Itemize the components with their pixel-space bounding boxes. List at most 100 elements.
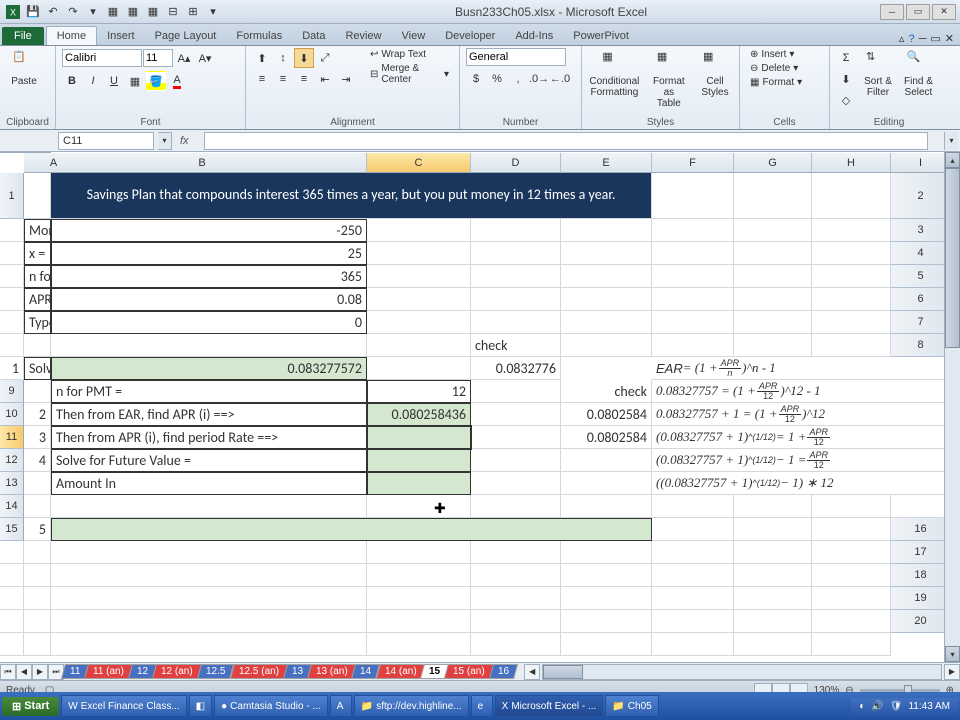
row-hdr-18[interactable]: 18 bbox=[891, 564, 951, 587]
cell-b3[interactable]: x = bbox=[24, 242, 51, 265]
cell-r18-6[interactable] bbox=[652, 587, 734, 610]
maximize-button[interactable]: ▭ bbox=[906, 4, 930, 20]
cell-r14-7[interactable] bbox=[812, 495, 891, 518]
undo-icon[interactable]: ↶ bbox=[44, 3, 62, 21]
row-hdr-11[interactable]: 11 bbox=[0, 426, 24, 449]
cell-r20-8[interactable] bbox=[812, 633, 891, 656]
comma-icon[interactable]: , bbox=[508, 69, 528, 89]
col-hdr-f[interactable]: F bbox=[652, 153, 734, 173]
cell-r16-4[interactable] bbox=[471, 541, 561, 564]
cell-r19-3[interactable] bbox=[367, 610, 471, 633]
cell-r7b-1[interactable] bbox=[652, 334, 734, 357]
cell-b4[interactable]: n for account is = bbox=[24, 265, 51, 288]
row-hdr-8[interactable]: 8 bbox=[891, 334, 951, 357]
format-table-button[interactable]: ▦Format as Table bbox=[645, 48, 693, 111]
cell-r5-10[interactable] bbox=[812, 288, 891, 311]
row-hdr-19[interactable]: 19 bbox=[891, 587, 951, 610]
vscroll-thumb[interactable] bbox=[945, 168, 960, 348]
cell-r4-9[interactable] bbox=[734, 265, 812, 288]
insert-cells-button[interactable]: ⊕ Insert ▾ bbox=[746, 48, 798, 61]
cell-d8[interactable] bbox=[367, 357, 471, 380]
delete-cells-button[interactable]: ⊖ Delete ▾ bbox=[746, 62, 802, 75]
name-box[interactable]: C11 bbox=[58, 132, 154, 150]
sheet-tab-14--an-[interactable]: 14 (an) bbox=[376, 664, 426, 679]
cell-c8[interactable]: 0.083277572 bbox=[51, 357, 367, 380]
cell-r16-8[interactable] bbox=[812, 541, 891, 564]
cell-r6-6[interactable] bbox=[471, 311, 561, 334]
cell-r4-8[interactable] bbox=[652, 265, 734, 288]
cell-r19-2[interactable] bbox=[51, 610, 367, 633]
cell-b5[interactable]: APR = i = bbox=[24, 288, 51, 311]
row-hdr-20[interactable]: 20 bbox=[891, 610, 951, 633]
tray-icon-1[interactable]: ◐ bbox=[859, 701, 865, 712]
title-cell[interactable]: Savings Plan that compounds interest 365… bbox=[51, 173, 652, 219]
cell-r20-2[interactable] bbox=[51, 633, 367, 656]
cell-a6[interactable] bbox=[0, 311, 24, 334]
cell-r3-10[interactable] bbox=[812, 242, 891, 265]
sheet-tab-13--an-[interactable]: 13 (an) bbox=[307, 664, 357, 679]
cell-b9[interactable]: n for PMT = bbox=[51, 380, 367, 403]
cell-r14-8[interactable] bbox=[891, 495, 951, 518]
row-hdr-6[interactable]: 6 bbox=[891, 288, 951, 311]
task-item-4[interactable]: A bbox=[330, 695, 352, 717]
cell-a15[interactable]: 5 bbox=[24, 518, 51, 541]
tab-formulas[interactable]: Formulas bbox=[226, 27, 292, 45]
scroll-down-button[interactable]: ▾ bbox=[945, 646, 960, 662]
cell-r19-7[interactable] bbox=[734, 610, 812, 633]
cell-a13[interactable] bbox=[24, 472, 51, 495]
cell-d9[interactable] bbox=[471, 380, 561, 403]
qat-btn5[interactable]: ⊞ bbox=[184, 3, 202, 21]
cell-r5-9[interactable] bbox=[734, 288, 812, 311]
tab-addins[interactable]: Add-Ins bbox=[505, 27, 563, 45]
task-item-ie[interactable]: e bbox=[471, 695, 493, 717]
col-hdr-h[interactable]: H bbox=[812, 153, 891, 173]
cell-r6-9[interactable] bbox=[734, 311, 812, 334]
row-hdr-7[interactable]: 7 bbox=[891, 311, 951, 334]
align-top-icon[interactable]: ⬆ bbox=[252, 48, 272, 68]
align-left-icon[interactable]: ≡ bbox=[252, 69, 272, 89]
cell-r20-6[interactable] bbox=[652, 633, 734, 656]
task-item-sftp[interactable]: 📁sftp://dev.highline... bbox=[354, 695, 469, 717]
cell-r19-8[interactable] bbox=[812, 610, 891, 633]
sheet-tab-15--an-[interactable]: 15 (an) bbox=[444, 664, 494, 679]
cell-r17-0[interactable] bbox=[0, 564, 24, 587]
cell-e9[interactable]: check bbox=[561, 380, 652, 403]
qat-btn3[interactable]: ▦ bbox=[144, 3, 162, 21]
cell-r3-6[interactable] bbox=[471, 242, 561, 265]
row-hdr-10[interactable]: 10 bbox=[0, 403, 24, 426]
qat-more-icon[interactable]: ▾ bbox=[84, 3, 102, 21]
cell-r7b-3[interactable] bbox=[812, 334, 891, 357]
tab-data[interactable]: Data bbox=[292, 27, 335, 45]
cell-e13[interactable] bbox=[561, 472, 652, 495]
cell-r7-0[interactable] bbox=[0, 334, 24, 357]
cell-b15-merged[interactable] bbox=[51, 518, 652, 541]
col-hdr-i[interactable]: I bbox=[891, 153, 951, 173]
font-size-select[interactable] bbox=[143, 49, 173, 67]
cell-r19-4[interactable] bbox=[471, 610, 561, 633]
cell-r17-6[interactable] bbox=[652, 564, 734, 587]
task-item-excel[interactable]: XMicrosoft Excel - ... bbox=[495, 695, 604, 717]
cell-a1[interactable] bbox=[24, 173, 51, 219]
tab-nav-prev[interactable]: ◀ bbox=[16, 664, 32, 680]
col-hdr-g[interactable]: G bbox=[734, 153, 812, 173]
cell-e8[interactable]: 0.0832776 bbox=[471, 357, 561, 380]
cell-r2-9[interactable] bbox=[734, 219, 812, 242]
currency-icon[interactable]: $ bbox=[466, 69, 486, 89]
cell-a9[interactable] bbox=[24, 380, 51, 403]
file-tab[interactable]: File bbox=[2, 27, 44, 45]
hscroll-right[interactable]: ▶ bbox=[944, 664, 960, 680]
wrap-text-button[interactable]: ↩Wrap Text bbox=[366, 48, 453, 61]
cell-r18-7[interactable] bbox=[734, 587, 812, 610]
cell-r17-8[interactable] bbox=[812, 564, 891, 587]
scroll-up-button[interactable]: ▴ bbox=[945, 152, 960, 168]
cell-r16-7[interactable] bbox=[734, 541, 812, 564]
formula-bar[interactable] bbox=[204, 132, 928, 150]
cell-r17-5[interactable] bbox=[561, 564, 652, 587]
cell-c4[interactable]: 365 bbox=[51, 265, 367, 288]
tray-icon-2[interactable]: 🔊 bbox=[871, 701, 883, 712]
qat-btn2[interactable]: ▦ bbox=[124, 3, 142, 21]
ribbon-min-icon[interactable]: ▵ bbox=[899, 32, 905, 45]
wb-restore-icon[interactable]: ▭ bbox=[930, 32, 940, 45]
cell-r20-5[interactable] bbox=[561, 633, 652, 656]
cell-r20-1[interactable] bbox=[24, 633, 51, 656]
